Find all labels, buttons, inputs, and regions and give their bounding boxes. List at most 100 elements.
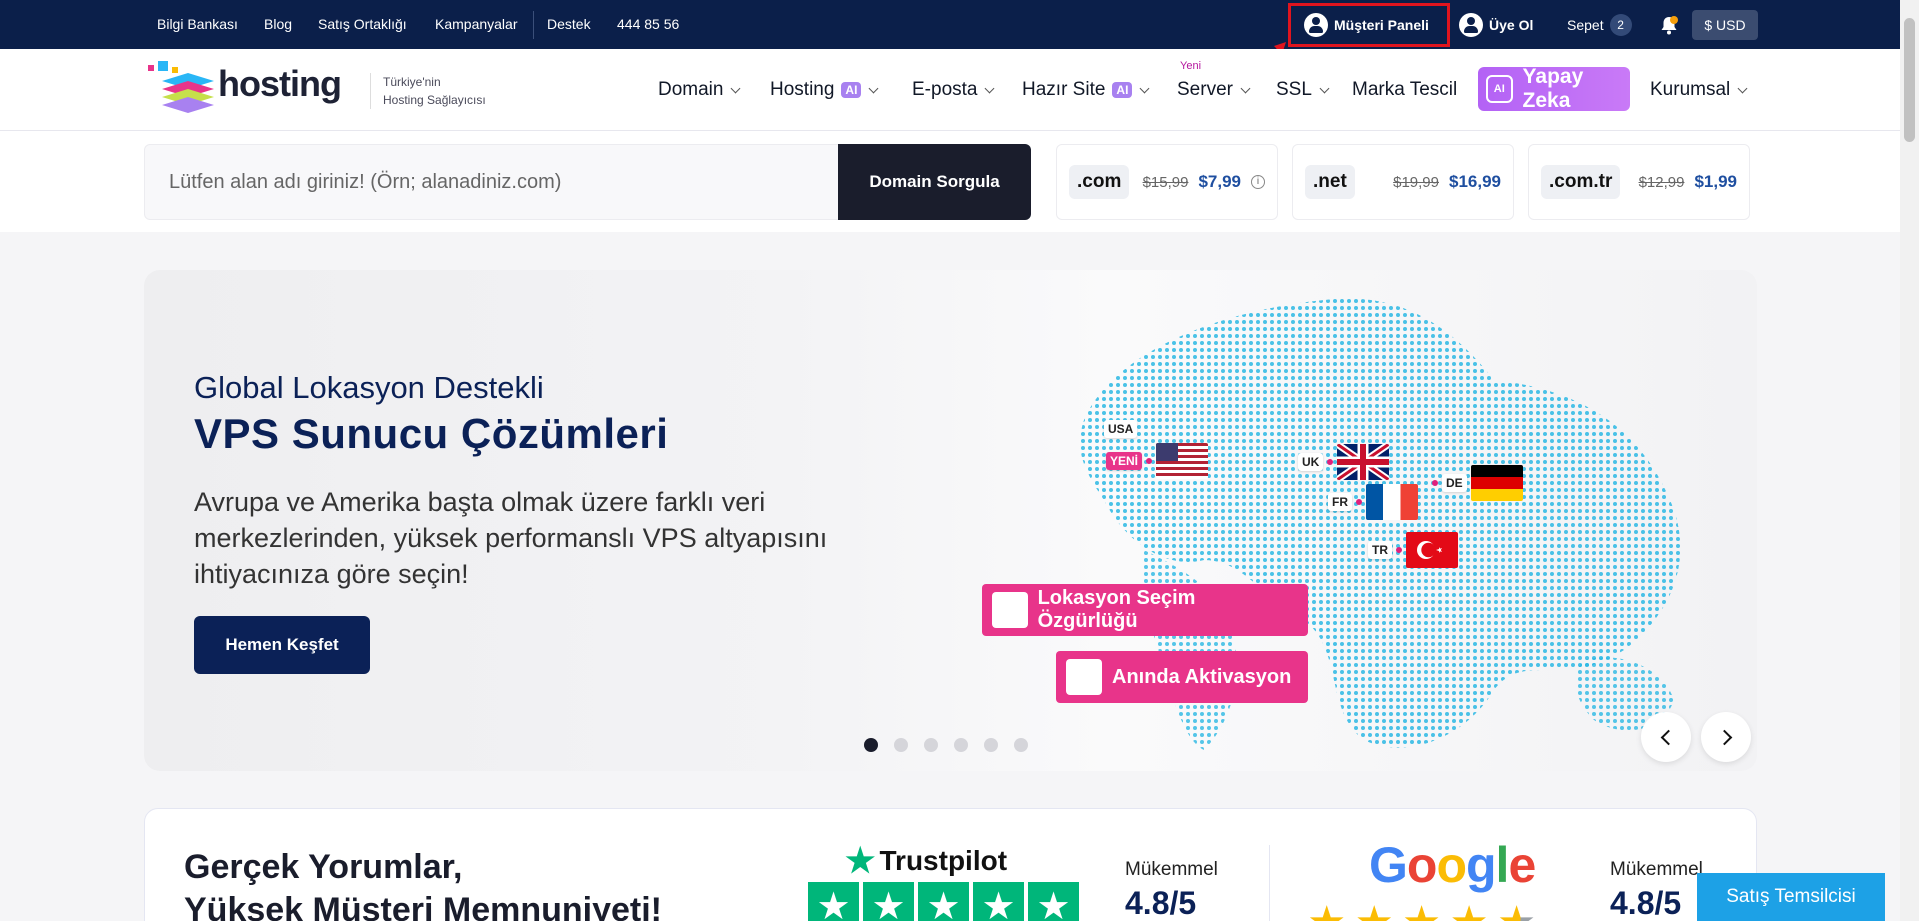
menu-label: SSL [1276, 79, 1312, 100]
info-icon[interactable]: i [1251, 175, 1265, 189]
menu-hosting[interactable]: Hosting AI [770, 79, 879, 101]
feature-label: Anında Aktivasyon [1112, 665, 1292, 688]
chevron-down-icon [731, 83, 741, 93]
slider-dot[interactable] [984, 738, 998, 752]
uye-ol-link[interactable]: Üye Ol [1459, 0, 1533, 49]
topbar-link-destek[interactable]: Destek [547, 16, 591, 32]
ai-badge: AI [1112, 82, 1133, 98]
google-score: Mükemmel 4.8/5 [1610, 859, 1703, 921]
bell-icon[interactable] [1658, 14, 1680, 36]
slider-dot[interactable] [924, 738, 938, 752]
yapay-zeka-label: Yapay Zeka [1522, 65, 1584, 112]
menu-label: E-posta [912, 79, 978, 100]
slider-dot[interactable] [954, 738, 968, 752]
trustpilot-star-icon: ★ [845, 842, 876, 880]
slider-dots [864, 738, 1028, 752]
star-icon: ★ [973, 882, 1024, 921]
topbar-link-bilgi-bankasi[interactable]: Bilgi Bankası [157, 16, 238, 32]
hero-title: VPS Sunucu Çözümleri [194, 410, 669, 457]
menu-marka-tescil[interactable]: Marka Tescil [1352, 79, 1457, 101]
location-label: USA [1104, 420, 1138, 438]
reviews-title-line-1: Gerçek Yorumlar, [184, 848, 463, 886]
menu-ssl[interactable]: SSL [1276, 79, 1330, 101]
star-icon: ★ [918, 882, 969, 921]
tld-old-price: $15,99 [1142, 173, 1189, 191]
hemen-kesfet-button[interactable]: Hemen Keşfet [194, 616, 370, 674]
shield-refresh-icon [1066, 659, 1102, 695]
sepet-label: Sepet [1567, 16, 1604, 33]
reviews-section: Gerçek Yorumlar, Yüksek Müşteri Memnuniy… [144, 808, 1757, 921]
topbar-phone[interactable]: 444 85 56 [617, 16, 679, 32]
tld-old-price: $19,99 [1393, 173, 1439, 191]
slider-next-button[interactable] [1701, 712, 1751, 762]
page-scrollbar[interactable] [1900, 0, 1919, 921]
uye-ol-label: Üye Ol [1489, 16, 1534, 33]
tld-new-price: $7,99 [1198, 172, 1241, 191]
tld-card-net[interactable]: .net $19,99 $16,99 [1292, 144, 1514, 220]
star-icon: ★ [808, 882, 859, 921]
slider-dot[interactable] [1014, 738, 1028, 752]
tagline-line-1: Türkiye'nin [383, 75, 441, 89]
score-label: Mükemmel [1610, 859, 1703, 880]
location-tr: TR [1368, 532, 1458, 568]
germany-flag-icon [1470, 465, 1523, 501]
tld-old-price: $12,99 [1638, 173, 1685, 191]
domain-search-input[interactable]: Lütfen alan adı giriniz! (Örn; alanadini… [144, 144, 839, 220]
score-value: 4.8/5 [1610, 885, 1682, 921]
usa-flag-icon [1156, 443, 1209, 479]
location-uk: UK [1298, 444, 1390, 480]
topbar-link-satis-ortakligi[interactable]: Satış Ortaklığı [318, 16, 407, 32]
chevron-down-icon [1240, 83, 1251, 93]
topbar-link-kampanyalar[interactable]: Kampanyalar [435, 16, 518, 32]
trustpilot-stars: ★ ★ ★ ★ ★ [808, 882, 1079, 921]
logo-tagline: Türkiye'nin Hosting Sağlayıcısı [370, 73, 510, 109]
menu-label: Hosting [770, 79, 835, 100]
star-icon: ★ [1449, 897, 1488, 921]
menu-eposta[interactable]: E-posta [912, 79, 995, 101]
chevron-down-icon [1139, 83, 1150, 93]
sepet-count-badge: 2 [1609, 13, 1632, 36]
logo-text[interactable]: hosting [218, 63, 342, 105]
ai-icon: AI [1486, 75, 1513, 103]
scrollbar-thumb[interactable] [1904, 18, 1915, 142]
menu-kurumsal[interactable]: Kurumsal [1650, 79, 1748, 101]
location-usa: USA [1104, 420, 1138, 438]
slider-dot[interactable] [894, 738, 908, 752]
satis-temsilcisi-chat-button[interactable]: Satış Temsilcisi [1697, 873, 1885, 921]
slider-dot[interactable] [864, 738, 878, 752]
location-dot [1432, 480, 1438, 486]
ai-badge: AI [841, 82, 862, 98]
google-logo[interactable]: Google [1369, 836, 1536, 894]
sepet-link[interactable]: Sepet 2 [1567, 0, 1632, 49]
menu-hazir-site[interactable]: Hazır Site AI [1022, 79, 1150, 101]
location-dot [1327, 459, 1334, 465]
reviews-divider [1269, 845, 1270, 921]
slider-prev-button[interactable] [1641, 712, 1691, 762]
domain-sorgula-button[interactable]: Domain Sorgula [838, 144, 1031, 220]
star-icon: ★ [1354, 897, 1393, 921]
topbar-link-blog[interactable]: Blog [264, 16, 292, 32]
location-dot [1356, 499, 1362, 505]
domain-search-bar: Lütfen alan adı giriniz! (Örn; alanadini… [0, 131, 1900, 232]
tagline-line-2: Hosting Sağlayıcısı [383, 93, 486, 107]
reviews-title: Gerçek Yorumlar, Yüksek Müşteri Memnuniy… [184, 846, 662, 921]
tld-new-price: $1,99 [1694, 172, 1737, 191]
star-icon: ★ [1307, 897, 1346, 921]
yapay-zeka-button[interactable]: AI Yapay Zeka [1478, 65, 1630, 112]
logo-icon[interactable] [148, 59, 218, 119]
menu-domain[interactable]: Domain [658, 79, 741, 101]
menu-server[interactable]: Server [1177, 79, 1251, 101]
location-label: FR [1328, 493, 1352, 511]
menu-label: Server [1177, 79, 1233, 100]
chevron-down-icon [1737, 83, 1748, 93]
tld-card-comtr[interactable]: .com.tr $12,99 $1,99 [1528, 144, 1750, 220]
currency-selector[interactable]: $ USD [1692, 10, 1758, 40]
location-yeni-badge: YENİ [1106, 443, 1209, 479]
user-icon [1459, 12, 1483, 37]
yeni-tag: YENİ [1106, 452, 1143, 470]
highlight-box [1288, 3, 1450, 47]
trustpilot-logo[interactable]: ★ Trustpilot [845, 841, 1007, 881]
tld-card-com[interactable]: .com $15,99 $7,99 i [1056, 144, 1278, 220]
star-icon: ★ [863, 882, 914, 921]
uk-flag-icon [1337, 444, 1390, 480]
